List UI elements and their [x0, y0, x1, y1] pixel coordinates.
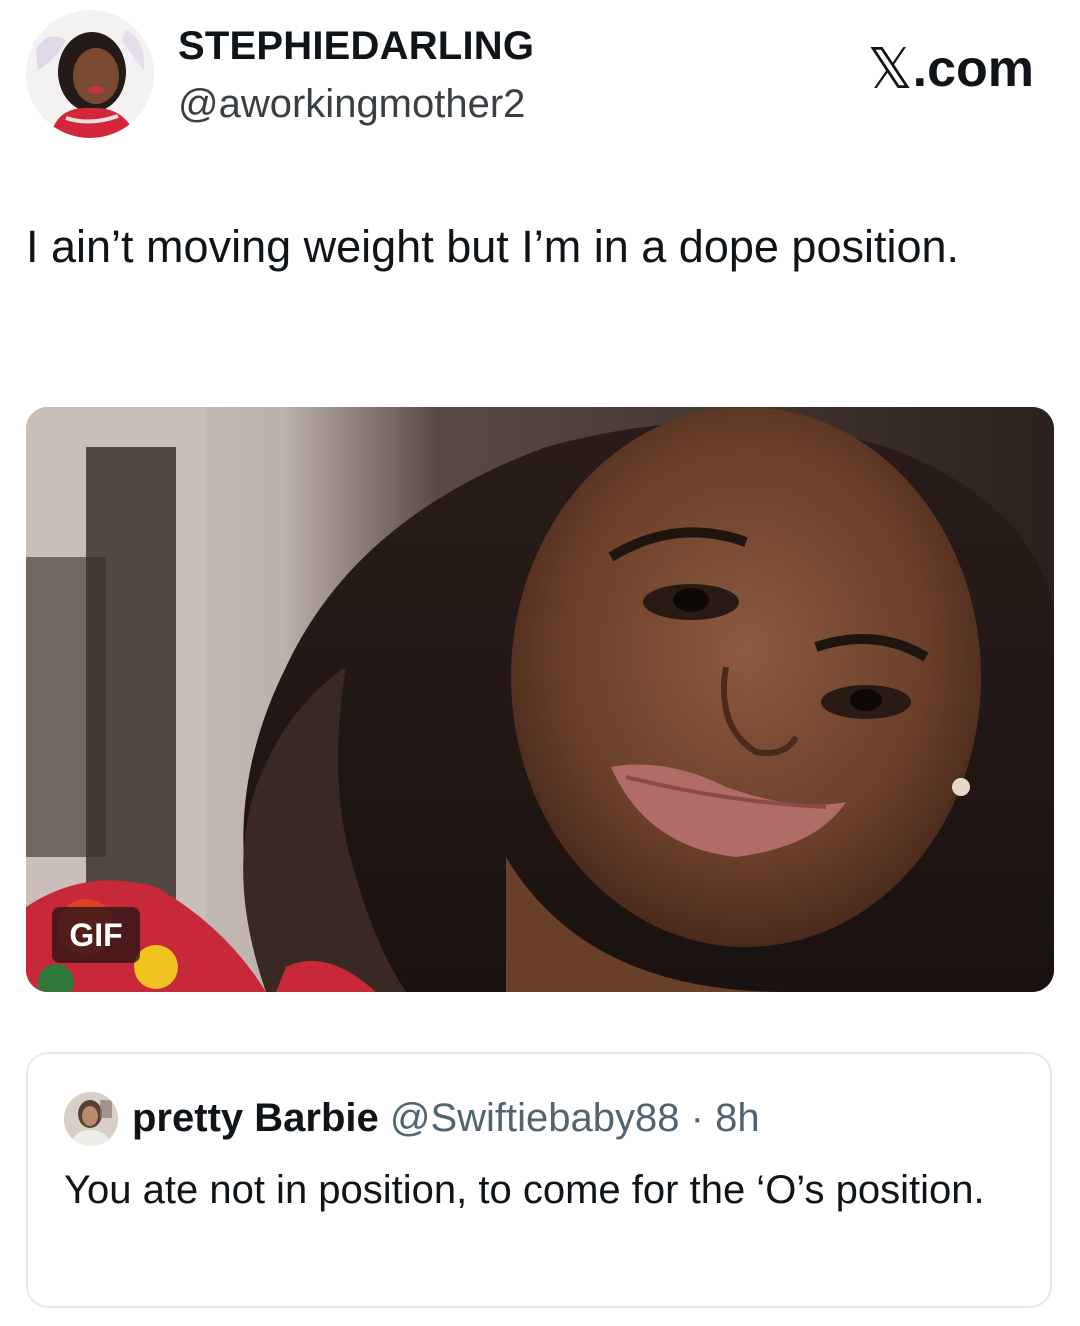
quoted-timestamp[interactable]: 8h — [715, 1096, 760, 1140]
quoted-handle[interactable]: @Swiftiebaby88 — [390, 1096, 680, 1140]
quoted-profile-photo-icon — [64, 1092, 118, 1146]
tweet-text: I ain’t moving weight but I’m in a dope … — [26, 221, 960, 272]
gif-frame-illustration — [26, 407, 1054, 992]
author-display-name[interactable]: STEPHIEDARLING — [178, 24, 534, 69]
brand-suffix: .com — [912, 40, 1034, 98]
tweet-media-gif[interactable] — [26, 407, 1054, 992]
x-logo-icon: 𝕏 — [867, 37, 913, 100]
quoted-author-avatar[interactable] — [64, 1092, 118, 1146]
author-avatar[interactable] — [26, 10, 154, 138]
gif-badge: GIF — [52, 907, 140, 963]
quoted-display-name[interactable]: pretty Barbie — [132, 1096, 379, 1140]
quoted-tweet-header: pretty Barbie @Swiftiebaby88 · 8h — [132, 1096, 760, 1141]
quoted-tweet-text: You ate not in position, to come for the… — [64, 1168, 985, 1212]
quoted-tweet[interactable]: pretty Barbie @Swiftiebaby88 · 8h You at… — [26, 1052, 1052, 1308]
x-com-brand: 𝕏 .com — [868, 36, 1035, 102]
profile-photo-icon — [26, 10, 154, 138]
author-handle[interactable]: @aworkingmother2 — [178, 82, 525, 127]
meta-separator: · — [690, 1096, 704, 1140]
